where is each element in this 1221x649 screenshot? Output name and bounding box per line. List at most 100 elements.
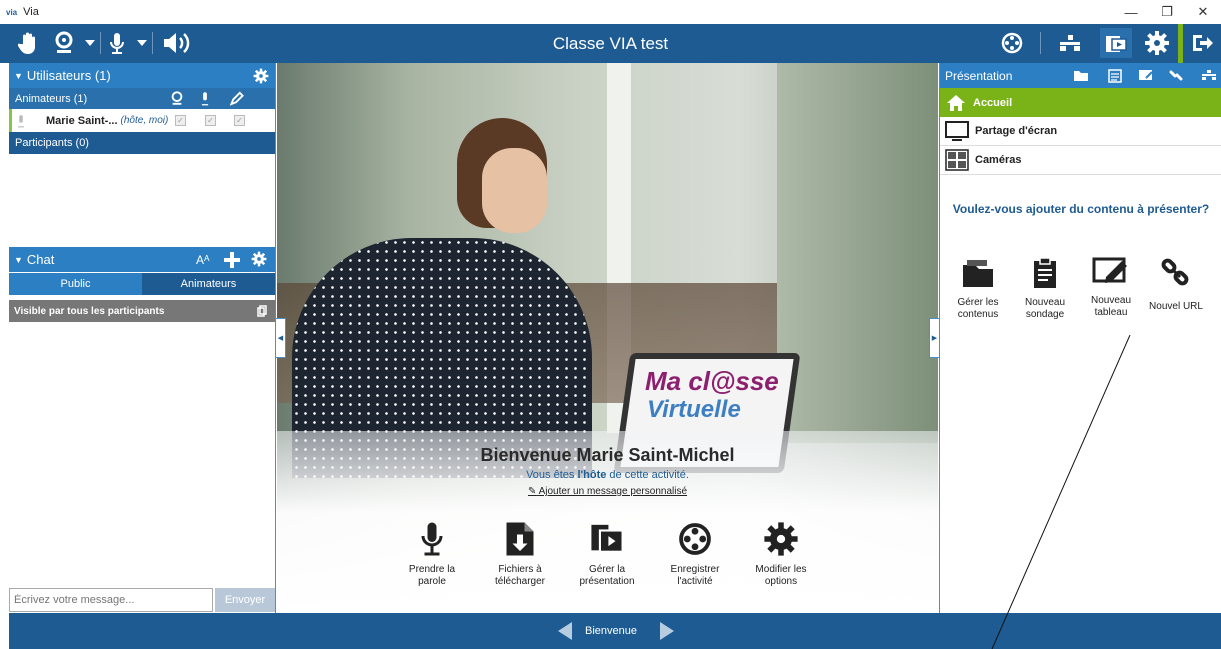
link-icon bbox=[1161, 258, 1189, 286]
class-title: Classe VIA test bbox=[552, 34, 669, 53]
whiteboard-icon[interactable] bbox=[1138, 69, 1154, 82]
camera-grid-icon bbox=[945, 149, 969, 171]
camera-checkbox[interactable]: ✓ bbox=[175, 115, 186, 126]
exit-icon[interactable] bbox=[1186, 28, 1218, 58]
menu-item-label: Caméras bbox=[975, 154, 1022, 166]
custom-message-link[interactable]: ✎ Ajouter un message personnalisé bbox=[277, 486, 938, 497]
gear-icon[interactable] bbox=[253, 68, 269, 84]
tab-animators[interactable]: Animateurs bbox=[142, 273, 275, 295]
annotation-line bbox=[991, 335, 1131, 649]
layout-icon[interactable] bbox=[1202, 70, 1216, 80]
action-options[interactable]: Modifier les options bbox=[741, 521, 821, 588]
home-icon bbox=[947, 94, 965, 111]
chat-header-label: Chat bbox=[26, 252, 55, 267]
menu-item-cameras[interactable]: Caméras bbox=[940, 146, 1221, 175]
gear-icon bbox=[764, 522, 798, 556]
chat-tabs: Public Animateurs bbox=[9, 273, 275, 295]
action-files[interactable]: Fichiers à télécharger bbox=[480, 521, 560, 588]
next-arrow-icon[interactable] bbox=[659, 621, 675, 644]
webcam-icon[interactable] bbox=[169, 91, 185, 106]
users-header[interactable]: ▼ Utilisateurs (1) bbox=[9, 63, 275, 88]
tool-new-poll[interactable]: Nouveau sondage bbox=[1015, 257, 1075, 321]
add-content-question: Voulez-vous ajouter du contenu à présent… bbox=[952, 202, 1210, 216]
app-logo: via bbox=[6, 7, 18, 17]
download-file-icon bbox=[506, 522, 534, 556]
pencil-icon[interactable] bbox=[229, 91, 245, 106]
welcome-card: Bienvenue Marie Saint-Michel Vous êtes l… bbox=[277, 431, 938, 613]
top-toolbar: Classe VIA test bbox=[0, 24, 1221, 63]
participants-label: Participants (0) bbox=[15, 137, 89, 149]
action-record[interactable]: Enregistrer l'activité bbox=[655, 521, 735, 588]
active-indicator bbox=[1178, 24, 1183, 63]
tab-public[interactable]: Public bbox=[9, 273, 142, 295]
action-presentation[interactable]: Gérer la présentation bbox=[567, 521, 647, 588]
presentation-header: Présentation bbox=[940, 63, 1221, 88]
user-row[interactable]: Marie Saint-... (hôte, moi) ✓ ✓ ✓ bbox=[9, 109, 275, 132]
presentation-icon bbox=[591, 524, 624, 553]
participants-header[interactable]: Participants (0) bbox=[9, 132, 275, 154]
folder-icon[interactable] bbox=[1073, 68, 1089, 82]
welcome-stage: Ma cl@sse Virtuelle Bienvenue Marie Sain… bbox=[277, 63, 938, 613]
layout-icon[interactable] bbox=[1056, 28, 1084, 58]
font-size-icon[interactable]: Aᴬ bbox=[196, 253, 209, 267]
tool-new-whiteboard[interactable]: Nouveau tableau bbox=[1081, 257, 1141, 319]
pencil-icon: ✎ bbox=[527, 486, 537, 497]
collapse-icon[interactable]: ▼ bbox=[14, 71, 23, 81]
window-controls: — ❐ ✕ bbox=[1113, 0, 1221, 24]
animators-header[interactable]: Animateurs (1) bbox=[9, 88, 275, 109]
menu-item-home[interactable]: Accueil bbox=[940, 88, 1221, 117]
person-face bbox=[482, 148, 547, 233]
gear-icon[interactable] bbox=[251, 251, 267, 267]
users-header-label: Utilisateurs (1) bbox=[26, 68, 111, 83]
action-label: Prendre la parole bbox=[408, 564, 456, 587]
copy-icon[interactable] bbox=[257, 305, 267, 317]
microphone-icon bbox=[18, 114, 24, 127]
users-chat-panel: ▼ Utilisateurs (1) Animateurs (1) Marie … bbox=[9, 63, 276, 613]
window-title: Via bbox=[23, 6, 39, 18]
minimize-button[interactable]: — bbox=[1113, 0, 1149, 24]
previous-arrow-icon[interactable] bbox=[557, 621, 573, 644]
chat-visibility-bar: Visible par tous les participants bbox=[9, 300, 275, 322]
collapse-right-handle[interactable]: ▶ bbox=[929, 318, 939, 358]
welcome-title: Bienvenue Marie Saint-Michel bbox=[480, 445, 735, 465]
action-label: Gérer la présentation bbox=[579, 564, 635, 587]
animators-label: Animateurs (1) bbox=[15, 92, 88, 105]
plus-icon[interactable] bbox=[223, 251, 241, 269]
collapse-icon[interactable]: ▼ bbox=[14, 255, 23, 265]
action-label: Fichiers à télécharger bbox=[494, 564, 546, 587]
whiteboard-icon bbox=[1092, 257, 1127, 283]
menu-item-label: Accueil bbox=[973, 96, 1013, 109]
action-label: Modifier les options bbox=[755, 564, 807, 587]
menu-item-screen-share[interactable]: Partage d'écran bbox=[940, 117, 1221, 146]
film-reel-icon bbox=[679, 523, 711, 555]
chat-header[interactable]: ▼ Chat Aᴬ bbox=[9, 247, 275, 272]
edit-checkbox[interactable]: ✓ bbox=[234, 115, 245, 126]
mic-checkbox[interactable]: ✓ bbox=[205, 115, 216, 126]
presentation-mode-icon[interactable] bbox=[1100, 28, 1132, 58]
tool-manage-content[interactable]: Gérer les contenus bbox=[948, 257, 1008, 321]
left-edge bbox=[0, 63, 9, 649]
film-reel-icon[interactable] bbox=[998, 28, 1026, 58]
screen-text-1: Ma cl@sse bbox=[645, 366, 779, 396]
chat-message-input[interactable] bbox=[9, 588, 213, 612]
link-icon[interactable] bbox=[1168, 68, 1184, 83]
action-speak[interactable]: Prendre la parole bbox=[392, 521, 472, 588]
restore-button[interactable]: ❐ bbox=[1149, 0, 1185, 24]
chat-visibility-label: Visible par tous les participants bbox=[14, 305, 165, 317]
menu-item-label: Partage d'écran bbox=[975, 125, 1058, 137]
poll-icon[interactable] bbox=[1108, 68, 1122, 83]
microphone-icon[interactable] bbox=[199, 91, 211, 106]
microphone-icon bbox=[421, 522, 443, 556]
user-tag: (hôte, moi) bbox=[120, 115, 169, 126]
monitor-icon bbox=[945, 121, 969, 141]
send-button[interactable]: Envoyer bbox=[215, 588, 275, 612]
close-window-button[interactable]: ✕ bbox=[1185, 0, 1221, 24]
clipboard-icon bbox=[1034, 257, 1056, 288]
gear-icon[interactable] bbox=[1140, 28, 1174, 58]
folder-icon bbox=[963, 260, 993, 287]
welcome-subtitle: Vous êtes l'hôte de cette activité. bbox=[526, 469, 689, 481]
tool-new-url[interactable]: Nouvel URL bbox=[1146, 257, 1206, 313]
collapse-left-handle[interactable]: ◀ bbox=[276, 318, 286, 358]
window-titlebar: via Via — ❐ ✕ bbox=[0, 0, 1221, 24]
presentation-header-label: Présentation bbox=[945, 68, 1013, 83]
